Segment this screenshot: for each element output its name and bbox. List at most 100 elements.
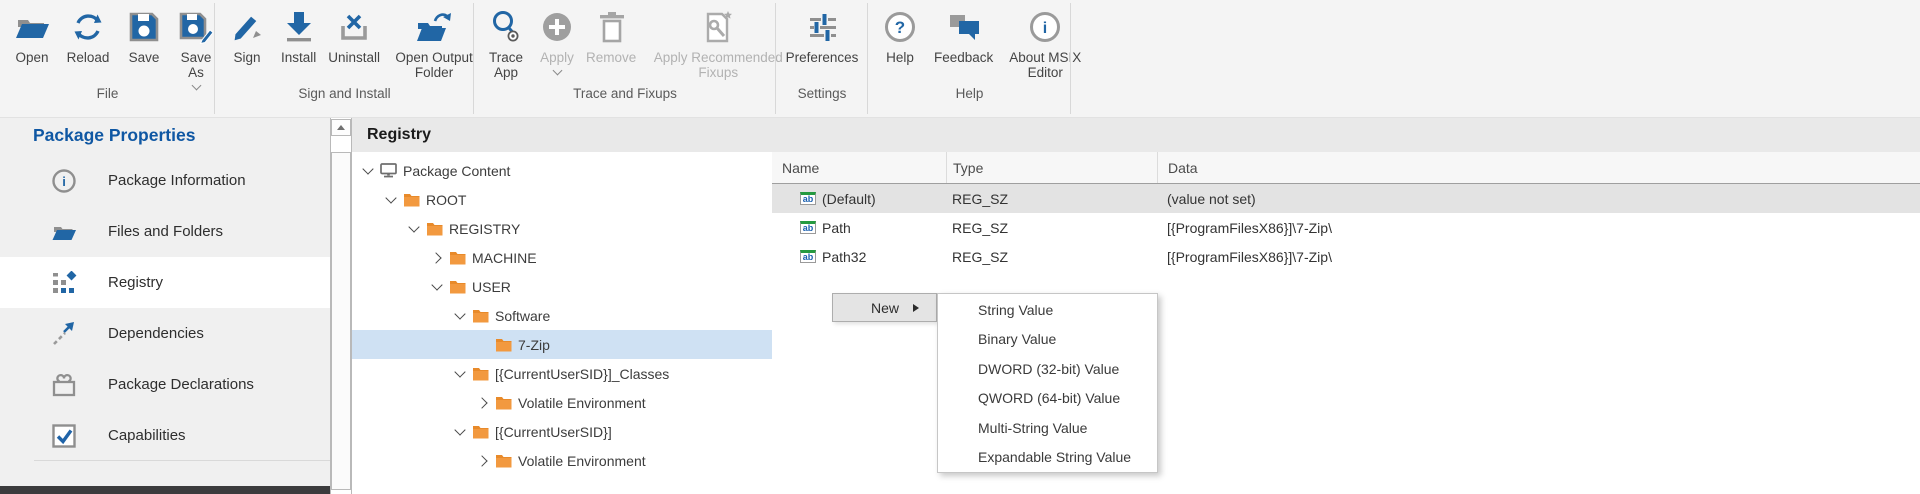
about-msix-editor-button[interactable]: i About MSIX Editor bbox=[999, 7, 1091, 80]
tree-label: REGISTRY bbox=[449, 221, 520, 237]
tree-row-registry[interactable]: REGISTRY bbox=[352, 214, 772, 243]
group-label-help: Help bbox=[868, 86, 1071, 101]
folder-icon bbox=[449, 250, 466, 265]
menu-item-string-value[interactable]: String Value bbox=[938, 295, 1157, 325]
value-data: [{ProgramFilesX86}]\7-Zip\ bbox=[1157, 242, 1920, 271]
table-row-path[interactable]: ab Path REG_SZ [{ProgramFilesX86}]\7-Zip… bbox=[772, 213, 1920, 242]
sidebar-item-package-declarations[interactable]: Package Declarations bbox=[0, 359, 330, 410]
apply-label: Apply bbox=[540, 50, 574, 65]
value-type: REG_SZ bbox=[946, 213, 1157, 242]
sidebar-item-label: Package Information bbox=[108, 172, 246, 189]
folder-icon bbox=[495, 395, 512, 410]
menu-item-multi-string-value[interactable]: Multi-String Value bbox=[938, 413, 1157, 443]
save-button[interactable]: Save bbox=[116, 7, 172, 65]
chevron-right-icon[interactable] bbox=[475, 395, 491, 411]
apply-recommended-fixups-button[interactable]: Apply Recommended Fixups bbox=[642, 7, 794, 80]
ribbon-group-settings: Preferences Settings bbox=[776, 0, 868, 117]
group-label-settings: Settings bbox=[776, 86, 868, 101]
open-button[interactable]: Open bbox=[4, 7, 60, 65]
trace-app-label: Trace App bbox=[484, 50, 528, 80]
sign-button[interactable]: Sign bbox=[219, 7, 275, 65]
chevron-down-icon[interactable] bbox=[406, 221, 422, 237]
package-declarations-gift-icon bbox=[50, 371, 78, 399]
ribbon-group-sign-install-items: Sign Install Uninstall bbox=[215, 0, 474, 84]
uninstall-button[interactable]: Uninstall bbox=[322, 7, 386, 65]
ribbon-group-file-items: Open Reload Save bbox=[0, 0, 215, 84]
tree-row-software[interactable]: Software bbox=[352, 301, 772, 330]
sidebar-item-files-and-folders[interactable]: Files and Folders bbox=[0, 206, 330, 257]
apply-plus-icon bbox=[540, 7, 574, 47]
table-row-path32[interactable]: ab Path32 REG_SZ [{ProgramFilesX86}]\7-Z… bbox=[772, 242, 1920, 271]
table-header-row: Name Type Data bbox=[772, 152, 1920, 184]
sidebar-item-dependencies[interactable]: Dependencies bbox=[0, 308, 330, 359]
sidebar-item-capabilities[interactable]: Capabilities bbox=[0, 410, 330, 461]
menu-item-expandable-string-value[interactable]: Expandable String Value bbox=[938, 443, 1157, 473]
tree-row-user[interactable]: USER bbox=[352, 272, 772, 301]
reload-icon bbox=[70, 7, 106, 47]
apply-button[interactable]: Apply bbox=[534, 7, 580, 74]
remove-button[interactable]: Remove bbox=[580, 7, 642, 65]
save-as-label: Save As bbox=[178, 50, 214, 80]
about-msix-editor-label: About MSIX Editor bbox=[1005, 50, 1085, 80]
preferences-button[interactable]: Preferences bbox=[780, 7, 865, 65]
tree-row-volatile-environment-1[interactable]: Volatile Environment bbox=[352, 388, 772, 417]
tree-label: USER bbox=[472, 279, 511, 295]
tree-row-7-zip[interactable]: 7-Zip bbox=[352, 330, 772, 359]
svg-text:i: i bbox=[62, 174, 66, 189]
tree-row-volatile-environment-2[interactable]: Volatile Environment bbox=[352, 446, 772, 475]
sidebar-scrollbar[interactable] bbox=[330, 118, 352, 494]
tree-row-currentusersid-classes[interactable]: [{CurrentUserSID}]_Classes bbox=[352, 359, 772, 388]
chevron-down-icon[interactable] bbox=[452, 424, 468, 440]
string-value-ab-icon: ab bbox=[800, 192, 816, 205]
sidebar-item-label: Dependencies bbox=[108, 325, 204, 342]
tree-row-package-content[interactable]: Package Content bbox=[352, 156, 772, 185]
scrollbar-up-button[interactable] bbox=[331, 119, 351, 136]
menu-item-binary-value[interactable]: Binary Value bbox=[938, 325, 1157, 355]
scrollbar-thumb[interactable] bbox=[331, 152, 351, 490]
column-header-name[interactable]: Name bbox=[772, 152, 946, 183]
sign-label: Sign bbox=[225, 50, 269, 65]
column-header-data[interactable]: Data bbox=[1157, 152, 1920, 183]
menu-item-dword-value[interactable]: DWORD (32-bit) Value bbox=[938, 354, 1157, 384]
tree-label: Software bbox=[495, 308, 550, 324]
context-menu-new[interactable]: New bbox=[832, 293, 937, 322]
sidebar-bottom-edge bbox=[0, 486, 330, 494]
apply-recommended-fixups-label: Apply Recommended Fixups bbox=[648, 50, 788, 80]
ribbon-group-file: Open Reload Save bbox=[0, 0, 215, 117]
context-menu-new-label: New bbox=[871, 300, 899, 316]
open-label: Open bbox=[10, 50, 54, 65]
tree-label: Volatile Environment bbox=[518, 395, 646, 411]
tree-row-currentusersid[interactable]: [{CurrentUserSID}] bbox=[352, 417, 772, 446]
tree-row-machine[interactable]: MACHINE bbox=[352, 243, 772, 272]
chevron-down-icon[interactable] bbox=[429, 279, 445, 295]
sidebar-item-label: Package Declarations bbox=[108, 376, 254, 393]
help-button[interactable]: ? Help bbox=[872, 7, 928, 65]
table-row-default[interactable]: ab (Default) REG_SZ (value not set) bbox=[772, 184, 1920, 213]
sidebar-item-package-information[interactable]: i Package Information bbox=[0, 155, 330, 206]
column-header-type[interactable]: Type bbox=[946, 152, 1157, 183]
open-output-folder-button[interactable]: Open Output Folder bbox=[386, 7, 482, 80]
install-button[interactable]: Install bbox=[275, 7, 322, 65]
save-as-button[interactable]: Save As bbox=[172, 7, 220, 89]
chevron-down-icon[interactable] bbox=[452, 366, 468, 382]
tree-row-root[interactable]: ROOT bbox=[352, 185, 772, 214]
chevron-down-icon[interactable] bbox=[383, 192, 399, 208]
fixups-wrench-star-icon bbox=[700, 7, 736, 47]
sidebar-item-label: Files and Folders bbox=[108, 223, 223, 240]
chevron-right-icon[interactable] bbox=[429, 250, 445, 266]
reload-button[interactable]: Reload bbox=[60, 7, 116, 65]
sidebar-divider bbox=[34, 460, 330, 461]
sidebar-item-registry[interactable]: Registry bbox=[0, 257, 330, 308]
folder-icon bbox=[426, 221, 443, 236]
apply-dropdown-chevron-icon[interactable] bbox=[552, 66, 562, 76]
ribbon-group-help-items: ? Help Feedback i About MSIX Editor bbox=[868, 0, 1071, 84]
about-info-icon: i bbox=[1028, 7, 1062, 47]
menu-item-qword-value[interactable]: QWORD (64-bit) Value bbox=[938, 384, 1157, 414]
feedback-button[interactable]: Feedback bbox=[928, 7, 999, 65]
folder-icon bbox=[495, 453, 512, 468]
capabilities-checkbox-icon bbox=[50, 422, 78, 450]
chevron-down-icon[interactable] bbox=[452, 308, 468, 324]
chevron-down-icon[interactable] bbox=[360, 163, 376, 179]
trace-app-button[interactable]: Trace App bbox=[478, 7, 534, 80]
chevron-right-icon[interactable] bbox=[475, 453, 491, 469]
